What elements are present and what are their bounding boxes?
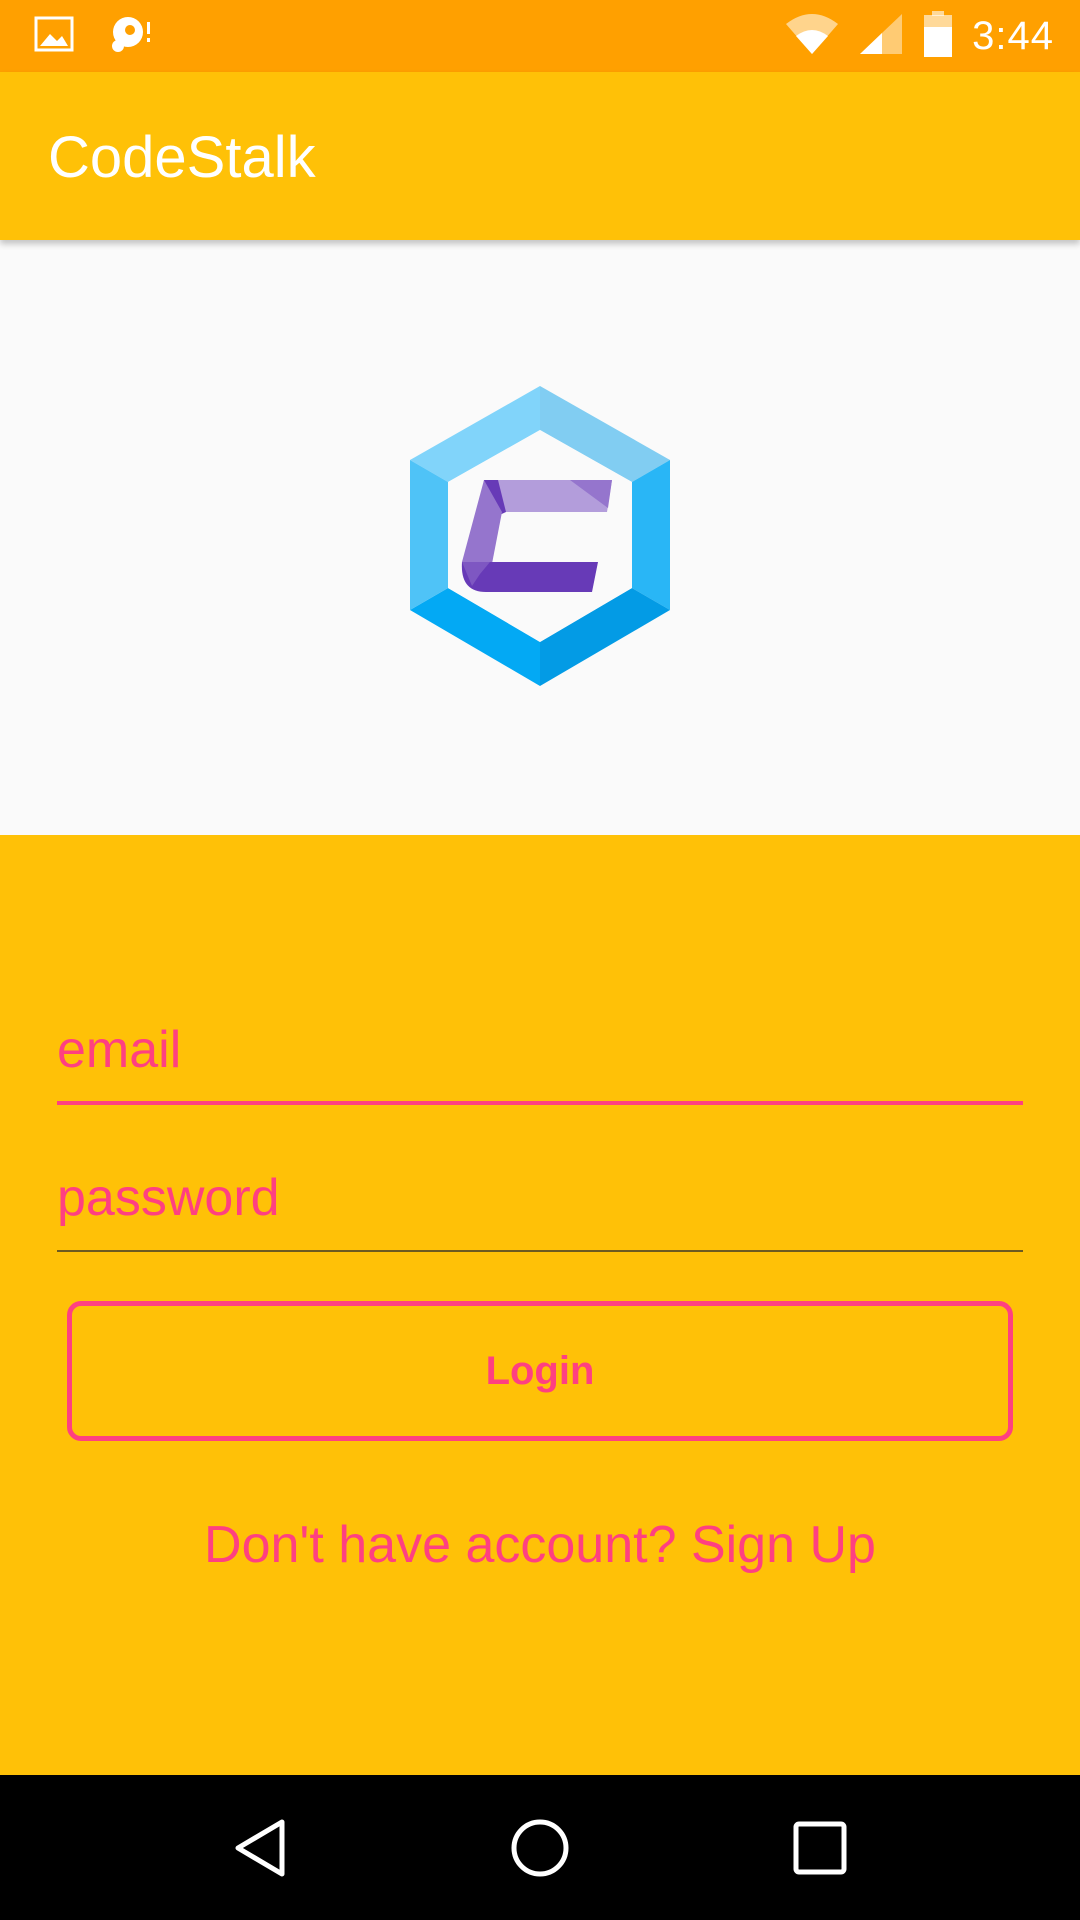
password-field-container xyxy=(57,1152,1023,1252)
app-title: CodeStalk xyxy=(48,125,316,190)
email-field-container xyxy=(57,1005,1023,1105)
password-input[interactable] xyxy=(57,1152,1023,1250)
home-icon[interactable] xyxy=(495,1803,585,1893)
email-input[interactable] xyxy=(57,1005,1023,1101)
battery-icon xyxy=(922,10,954,62)
image-icon xyxy=(34,16,74,57)
recents-icon[interactable] xyxy=(775,1803,865,1893)
navigation-bar xyxy=(0,1775,1080,1920)
codestalk-logo xyxy=(410,386,670,686)
app-bar: CodeStalk xyxy=(0,72,1080,240)
login-form: Login Don't have account? Sign Up xyxy=(0,835,1080,1775)
cell-signal-icon xyxy=(858,12,904,61)
status-time: 3:44 xyxy=(972,13,1054,58)
back-icon[interactable] xyxy=(215,1803,305,1893)
wifi-icon xyxy=(784,12,840,61)
signup-link[interactable]: Don't have account? Sign Up xyxy=(0,1515,1080,1575)
status-bar: 3:44 xyxy=(0,0,1080,72)
login-button[interactable]: Login xyxy=(67,1301,1013,1441)
logo-area xyxy=(0,240,1080,835)
sync-icon xyxy=(108,14,156,59)
